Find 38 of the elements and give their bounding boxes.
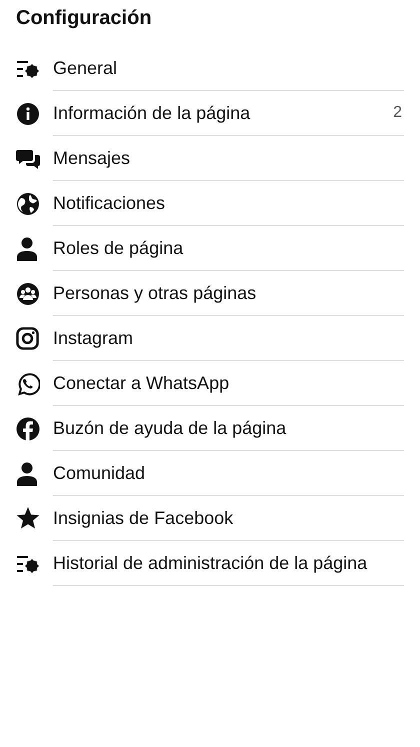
settings-item[interactable]: Insignias de Facebook [16,496,404,541]
item-label: Mensajes [53,148,130,168]
settings-list-icon [16,554,40,572]
settings-item[interactable]: Buzón de ayuda de la página [16,406,404,451]
settings-list-icon [16,60,40,78]
person-icon [16,462,38,486]
settings-item[interactable]: Personas y otras páginas [16,271,404,316]
item-label: Historial de administración de la página [53,552,368,574]
settings-item[interactable]: Roles de página [16,226,404,271]
settings-item[interactable]: Información de la página 2 [16,91,404,136]
whatsapp-icon [16,372,40,396]
settings-item[interactable]: Historial de administración de la página [16,541,404,586]
settings-item[interactable]: Comunidad [16,451,404,496]
settings-item[interactable]: Notificaciones [16,181,404,226]
item-label: Información de la página [53,102,250,124]
chat-bubbles-icon [16,148,40,170]
item-label: Roles de página [53,238,184,258]
star-icon [16,507,40,530]
item-label: Insignias de Facebook [53,508,234,528]
settings-item[interactable]: General [16,46,404,91]
f-logo-icon [16,416,40,440]
settings-item[interactable]: Mensajes [16,136,404,181]
item-label: Buzón de ayuda de la página [53,418,286,438]
item-label: Comunidad [53,462,146,484]
globe-icon [16,192,40,216]
instagram-icon [16,327,39,350]
item-label: General [53,58,118,78]
settings-item[interactable]: Conectar a WhatsApp [16,361,404,406]
settings-item[interactable]: Instagram [16,316,404,361]
person-icon [16,236,38,260]
item-label: Conectar a WhatsApp [53,372,230,394]
page-title: Configuración [16,6,153,31]
info-icon [16,102,40,126]
item-label: Personas y otras páginas [53,282,256,304]
item-count: 2 [393,104,403,122]
item-label: Notificaciones [53,192,166,214]
group-icon [16,282,40,306]
item-label: Instagram [53,328,134,348]
